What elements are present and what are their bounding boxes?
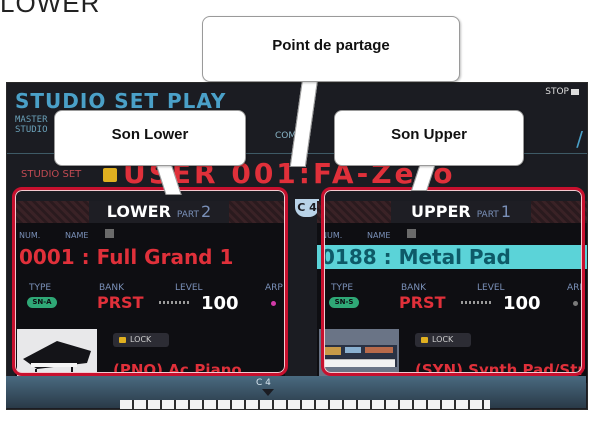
lower-sound-highlight-frame <box>12 187 288 376</box>
master-label: MASTER <box>15 115 48 125</box>
split-point-callout-text: Point de partage <box>272 37 390 54</box>
lower-sound-callout: Son Lower <box>54 110 246 166</box>
header-sub-labels: MASTER STUDIO <box>15 115 48 135</box>
lower-sound-callout-text: Son Lower <box>111 126 189 143</box>
stop-indicator: STOP <box>545 87 579 97</box>
split-point-callout: Point de partage <box>202 16 460 82</box>
stop-label: STOP <box>545 87 569 97</box>
studio-label: STUDIO <box>15 125 48 135</box>
upper-sound-highlight-frame <box>321 187 585 376</box>
split-point-badge[interactable]: C 4 <box>295 199 319 217</box>
keyboard-keys[interactable] <box>120 400 490 409</box>
studio-set-label: STUDIO SET <box>21 169 82 180</box>
keyboard-split-label: C 4 <box>256 378 271 388</box>
header-right-glyph: / <box>576 127 583 151</box>
edit-icon <box>103 168 117 182</box>
stop-icon <box>571 88 579 95</box>
keyboard-split-marker-icon <box>262 389 274 396</box>
upper-sound-callout: Son Upper <box>334 110 524 166</box>
upper-sound-callout-text: Son Upper <box>391 126 467 143</box>
page-fragment-text: LOWER <box>0 0 101 18</box>
